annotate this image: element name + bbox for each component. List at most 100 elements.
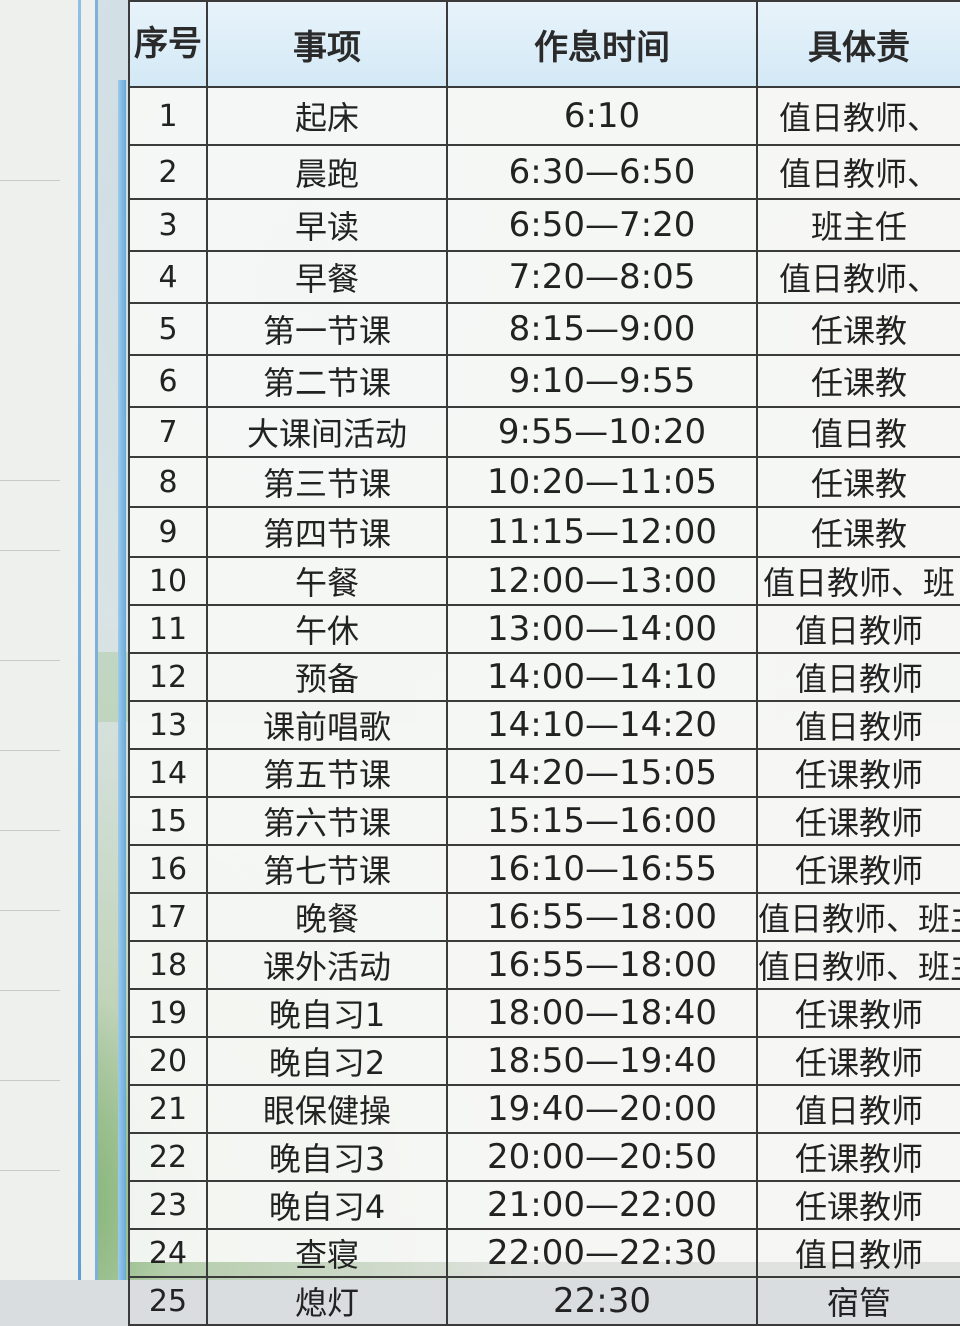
row-number: 13 [128, 700, 208, 750]
table-row: 16 第七节课 16:10—16:55 任课教师 [128, 844, 960, 894]
row-time: 9:10—9:55 [446, 354, 758, 408]
table-row: 19 晚自习1 18:00—18:40 任课教师 [128, 988, 960, 1038]
row-time: 12:00—13:00 [446, 556, 758, 606]
row-number: 19 [128, 988, 208, 1038]
row-responsible: 任课教师 [756, 988, 960, 1038]
row-responsible: 值日教师 [756, 700, 960, 750]
row-responsible: 任课教师 [756, 1036, 960, 1086]
row-item: 第二节课 [206, 354, 448, 408]
row-item: 大课间活动 [206, 406, 448, 458]
table-row: 15 第六节课 15:15—16:00 任课教师 [128, 796, 960, 846]
adjacent-board-panel [0, 0, 98, 1280]
row-responsible: 值日教师、班主 [756, 940, 960, 990]
row-item: 课外活动 [206, 940, 448, 990]
row-responsible: 值日教师 [756, 652, 960, 702]
row-item: 午休 [206, 604, 448, 654]
row-number: 4 [128, 250, 208, 304]
table-row: 25 熄灯 22:30 宿管 [128, 1276, 960, 1326]
row-responsible: 班主任 [756, 198, 960, 252]
row-number: 22 [128, 1132, 208, 1182]
table-row: 12 预备 14:00—14:10 值日教师 [128, 652, 960, 702]
row-item: 熄灯 [206, 1276, 448, 1326]
row-responsible: 宿管 [756, 1276, 960, 1326]
row-responsible: 任课教 [756, 506, 960, 558]
row-item: 早读 [206, 198, 448, 252]
panel-rule [0, 1080, 60, 1081]
row-item: 第六节课 [206, 796, 448, 846]
row-responsible: 值日教师、 [756, 144, 960, 200]
row-number: 15 [128, 796, 208, 846]
table-row: 2 晨跑 6:30—6:50 值日教师、 [128, 144, 960, 200]
row-item: 眼保健操 [206, 1084, 448, 1134]
row-time: 6:50—7:20 [446, 198, 758, 252]
row-item: 晚自习4 [206, 1180, 448, 1230]
panel-rule [0, 910, 60, 911]
table-row: 6 第二节课 9:10—9:55 任课教 [128, 354, 960, 408]
row-item: 晚自习1 [206, 988, 448, 1038]
row-responsible: 值日教师 [756, 604, 960, 654]
row-time: 11:15—12:00 [446, 506, 758, 558]
row-responsible: 值日教师 [756, 1228, 960, 1278]
row-time: 21:00—22:00 [446, 1180, 758, 1230]
row-item: 起床 [206, 86, 448, 146]
row-item: 第四节课 [206, 506, 448, 558]
row-responsible: 任课教师 [756, 1180, 960, 1230]
row-time: 16:10—16:55 [446, 844, 758, 894]
row-item: 晨跑 [206, 144, 448, 200]
row-time: 15:15—16:00 [446, 796, 758, 846]
row-responsible: 任课教 [756, 456, 960, 508]
row-item: 课前唱歌 [206, 700, 448, 750]
row-responsible: 值日教 [756, 406, 960, 458]
table-row: 7 大课间活动 9:55—10:20 值日教 [128, 406, 960, 458]
panel-rule [0, 180, 60, 181]
row-responsible: 任课教师 [756, 844, 960, 894]
table-row: 24 查寝 22:00—22:30 值日教师 [128, 1228, 960, 1278]
header-item: 事项 [206, 0, 448, 88]
table-row: 23 晚自习4 21:00—22:00 任课教师 [128, 1180, 960, 1230]
table-row: 9 第四节课 11:15—12:00 任课教 [128, 506, 960, 558]
row-number: 24 [128, 1228, 208, 1278]
panel-blue-rail [78, 0, 81, 1280]
row-time: 18:50—19:40 [446, 1036, 758, 1086]
row-time: 14:10—14:20 [446, 700, 758, 750]
row-number: 3 [128, 198, 208, 252]
table-row: 11 午休 13:00—14:00 值日教师 [128, 604, 960, 654]
row-responsible: 值日教师、班 [756, 556, 960, 606]
row-item: 早餐 [206, 250, 448, 304]
row-number: 20 [128, 1036, 208, 1086]
row-number: 8 [128, 456, 208, 508]
row-responsible: 任课教师 [756, 748, 960, 798]
panel-rule [0, 550, 60, 551]
row-number: 25 [128, 1276, 208, 1326]
row-number: 18 [128, 940, 208, 990]
row-time: 14:00—14:10 [446, 652, 758, 702]
row-time: 22:00—22:30 [446, 1228, 758, 1278]
row-number: 16 [128, 844, 208, 894]
row-item: 晚餐 [206, 892, 448, 942]
panel-rule [0, 750, 60, 751]
table-row: 21 眼保健操 19:40—20:00 值日教师 [128, 1084, 960, 1134]
row-number: 11 [128, 604, 208, 654]
panel-rule [0, 1170, 60, 1171]
row-time: 9:55—10:20 [446, 406, 758, 458]
row-responsible: 值日教师、班主 [756, 892, 960, 942]
board-blue-rail [118, 80, 126, 1280]
row-number: 12 [128, 652, 208, 702]
row-time: 10:20—11:05 [446, 456, 758, 508]
panel-rule [0, 480, 60, 481]
row-number: 6 [128, 354, 208, 408]
row-time: 8:15—9:00 [446, 302, 758, 356]
row-responsible: 值日教师 [756, 1084, 960, 1134]
table-row: 5 第一节课 8:15—9:00 任课教 [128, 302, 960, 356]
row-time: 19:40—20:00 [446, 1084, 758, 1134]
table-row: 10 午餐 12:00—13:00 值日教师、班 [128, 556, 960, 606]
row-number: 5 [128, 302, 208, 356]
row-time: 6:30—6:50 [446, 144, 758, 200]
row-item: 第一节课 [206, 302, 448, 356]
row-responsible: 任课教师 [756, 796, 960, 846]
table-row: 13 课前唱歌 14:10—14:20 值日教师 [128, 700, 960, 750]
row-time: 16:55—18:00 [446, 940, 758, 990]
row-number: 17 [128, 892, 208, 942]
row-time: 22:30 [446, 1276, 758, 1326]
row-responsible: 任课教师 [756, 1132, 960, 1182]
